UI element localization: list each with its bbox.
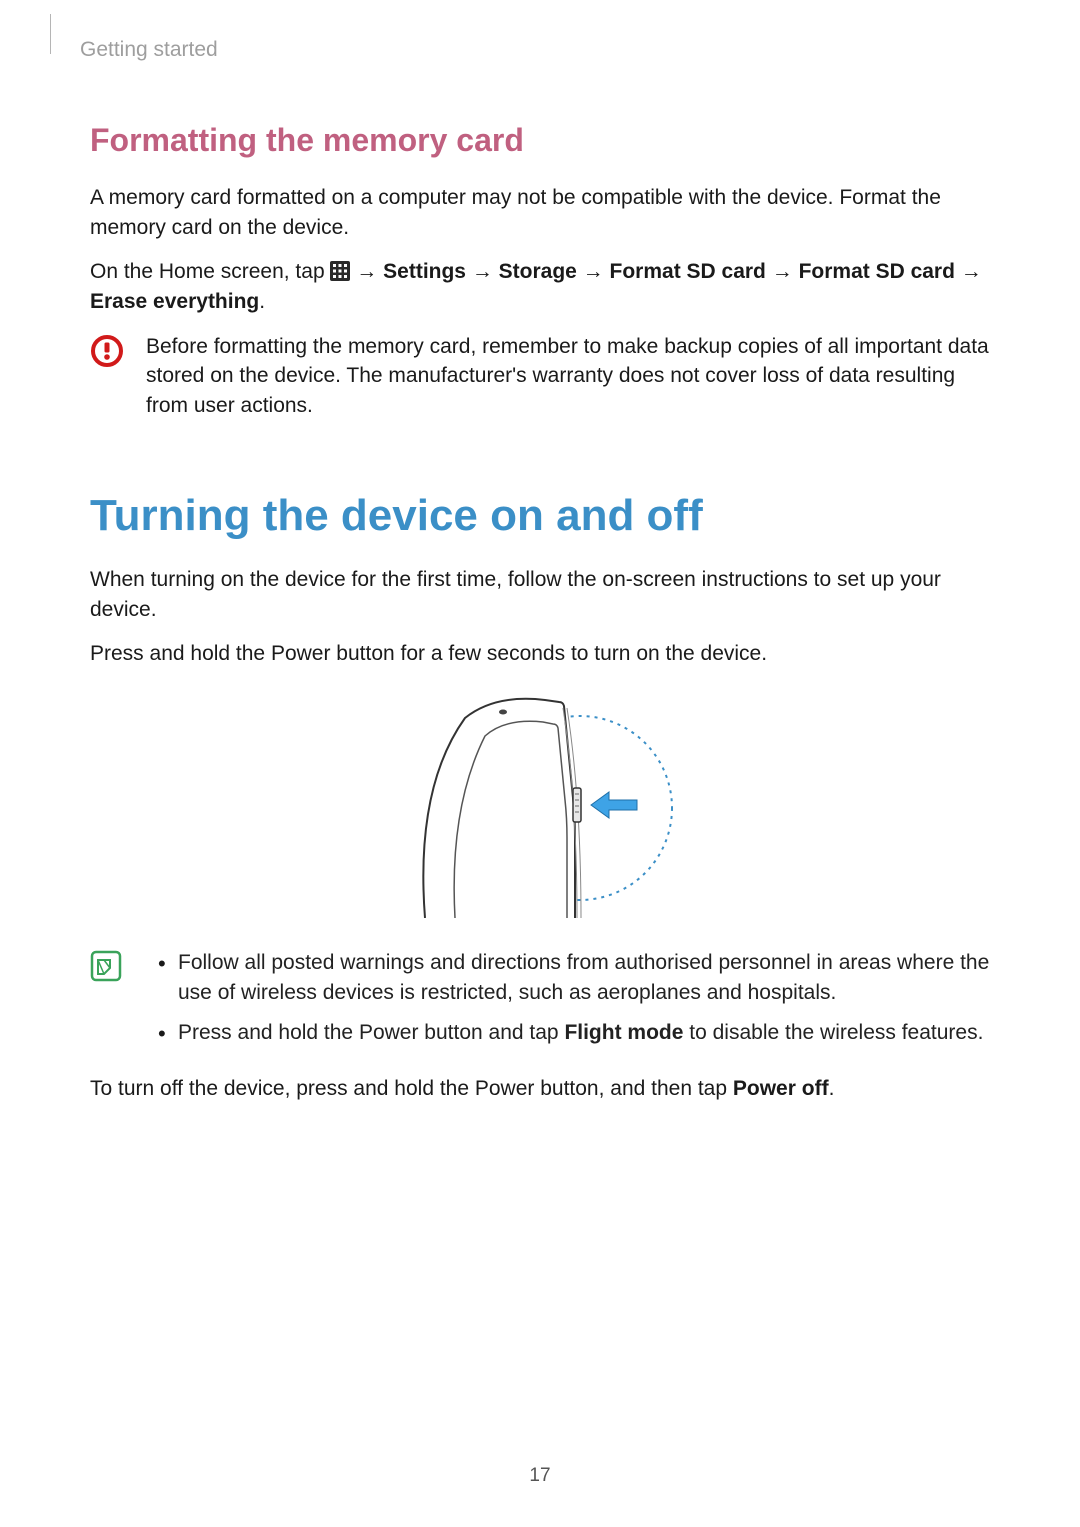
note-list: Follow all posted warnings and direction… xyxy=(144,948,1000,1047)
subheading-formatting: Formatting the memory card xyxy=(90,122,1000,159)
p3-prefix: To turn off the device, press and hold t… xyxy=(90,1077,733,1100)
arrow-sep: → xyxy=(955,260,982,283)
instr-prefix: On the Home screen, tap xyxy=(90,260,330,283)
note2-prefix: Press and hold the Power button and tap xyxy=(178,1021,564,1044)
note-block: Follow all posted warnings and direction… xyxy=(90,948,1000,1057)
period: . xyxy=(259,290,265,313)
list-item: Follow all posted warnings and direction… xyxy=(162,948,1000,1008)
nav-storage: Storage xyxy=(499,260,577,283)
arrow-sep: → xyxy=(766,260,799,283)
arrow-sep: → xyxy=(577,260,610,283)
note2-suffix: to disable the wireless features. xyxy=(683,1021,983,1044)
nav-settings: Settings xyxy=(383,260,466,283)
caution-block: Before formatting the memory card, remem… xyxy=(90,332,1000,421)
arrow-sep: → xyxy=(350,260,383,283)
body-text: To turn off the device, press and hold t… xyxy=(90,1074,1000,1104)
power-button-diagram xyxy=(90,688,1000,918)
header-rule xyxy=(50,14,51,54)
caution-text: Before formatting the memory card, remem… xyxy=(146,332,1000,421)
breadcrumb: Getting started xyxy=(80,38,1000,62)
note-icon xyxy=(90,950,122,987)
power-off-label: Power off xyxy=(733,1077,829,1100)
list-item: Press and hold the Power button and tap … xyxy=(162,1018,1000,1048)
body-text: When turning on the device for the first… xyxy=(90,565,1000,625)
heading-turning-on-off: Turning the device on and off xyxy=(90,491,1000,541)
caution-icon xyxy=(90,334,124,373)
page-number: 17 xyxy=(0,1465,1080,1487)
arrow-sep: → xyxy=(466,260,499,283)
note-body: Follow all posted warnings and direction… xyxy=(144,948,1000,1057)
nav-format2: Format SD card xyxy=(799,260,955,283)
nav-erase: Erase everything xyxy=(90,290,259,313)
body-text: Press and hold the Power button for a fe… xyxy=(90,639,1000,669)
nav-format1: Format SD card xyxy=(610,260,766,283)
p3-suffix: . xyxy=(829,1077,835,1100)
instruction-line: On the Home screen, tap → Settings → Sto… xyxy=(90,257,1000,318)
flight-mode-label: Flight mode xyxy=(564,1021,683,1044)
arrow-icon xyxy=(591,792,637,818)
apps-grid-icon xyxy=(330,260,350,283)
body-text: A memory card formatted on a computer ma… xyxy=(90,183,1000,243)
